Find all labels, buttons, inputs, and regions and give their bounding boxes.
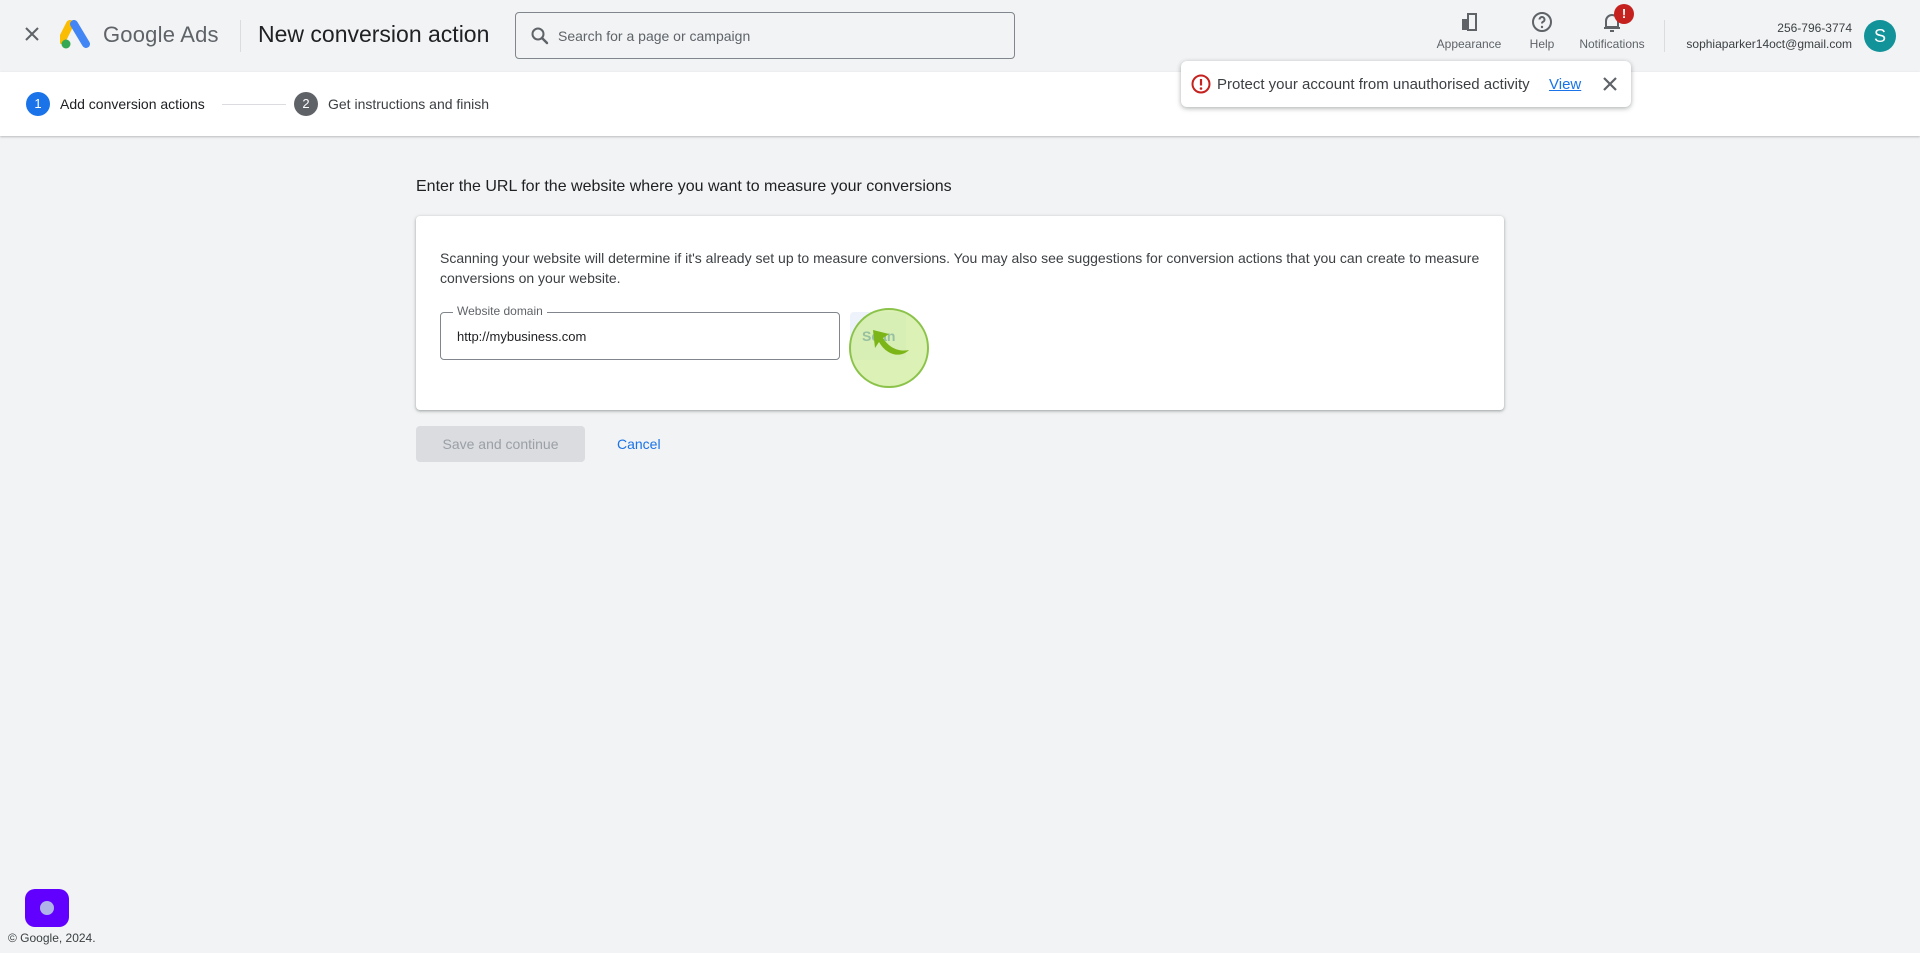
- scan-button[interactable]: Scan: [850, 312, 906, 360]
- account-info[interactable]: 256-796-3774 sophiaparker14oct@gmail.com: [1686, 20, 1852, 52]
- step-label: Add conversion actions: [60, 96, 205, 112]
- website-domain-input[interactable]: [457, 323, 827, 349]
- notifications-label: Notifications: [1579, 37, 1645, 51]
- website-scan-card: Scanning your website will determine if …: [416, 216, 1504, 410]
- appearance-button[interactable]: Appearance: [1430, 10, 1508, 54]
- search-icon: [531, 27, 549, 45]
- help-button[interactable]: Help: [1526, 10, 1558, 54]
- page-title: New conversion action: [258, 21, 490, 47]
- copyright: © Google, 2024.: [8, 931, 96, 945]
- website-domain-field[interactable]: Website domain: [440, 304, 840, 360]
- brand-name: Google Ads: [103, 22, 219, 47]
- alert-icon: [1191, 74, 1211, 94]
- section-heading: Enter the URL for the website where you …: [416, 178, 952, 195]
- step-number: 1: [26, 92, 50, 116]
- help-icon: [1532, 12, 1552, 32]
- header-divider-right: [1664, 20, 1665, 52]
- close-icon[interactable]: [22, 24, 42, 48]
- security-toast: Protect your account from unauthorised a…: [1181, 61, 1631, 107]
- avatar[interactable]: S: [1864, 20, 1896, 52]
- step-add-conversion-actions: 1 Add conversion actions: [26, 92, 205, 116]
- assistant-launcher[interactable]: [25, 889, 69, 927]
- field-label: Website domain: [453, 304, 547, 318]
- assistant-dot-icon: [40, 901, 54, 915]
- stepper: 1 Add conversion actions 2 Get instructi…: [0, 72, 1920, 136]
- save-and-continue-button[interactable]: Save and continue: [416, 426, 585, 462]
- help-label: Help: [1529, 37, 1555, 51]
- notifications-button[interactable]: ! Notifications: [1572, 4, 1652, 54]
- google-ads-logo: [60, 20, 90, 49]
- scan-description: Scanning your website will determine if …: [440, 250, 1480, 286]
- step-connector: [222, 104, 286, 105]
- search-box[interactable]: [515, 12, 1015, 59]
- close-icon[interactable]: [1599, 73, 1621, 95]
- notification-badge: !: [1614, 4, 1634, 24]
- search-input[interactable]: [558, 13, 998, 58]
- account-email: sophiaparker14oct@gmail.com: [1686, 37, 1852, 51]
- toast-message: Protect your account from unauthorised a…: [1217, 76, 1530, 93]
- cancel-button[interactable]: Cancel: [617, 436, 661, 452]
- step-get-instructions: 2 Get instructions and finish: [294, 92, 490, 116]
- step-label: Get instructions and finish: [328, 96, 490, 112]
- step-number: 2: [294, 92, 318, 116]
- toast-view-link[interactable]: View: [1549, 76, 1581, 93]
- top-header: Google Ads New conversion action Appeara…: [0, 0, 1920, 72]
- header-divider: [240, 20, 241, 52]
- appearance-icon: [1462, 13, 1477, 31]
- account-phone: 256-796-3774: [1777, 21, 1852, 35]
- appearance-label: Appearance: [1436, 37, 1502, 51]
